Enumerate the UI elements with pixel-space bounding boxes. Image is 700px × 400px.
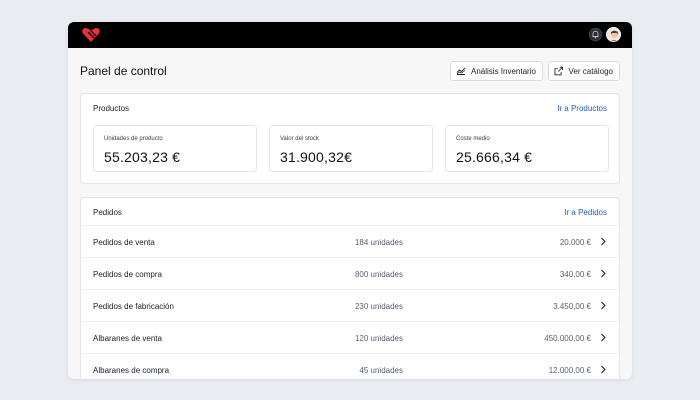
metric-product-units: Unidades de producto 55.203,23 € [93, 125, 257, 172]
inventory-analysis-button[interactable]: Análisis Inventario [450, 61, 543, 81]
order-row-name: Pedidos de venta [93, 238, 155, 247]
go-to-products-link[interactable]: Ir a Productos [557, 104, 607, 113]
order-row-quantity: 184 unidades [354, 238, 403, 247]
metric-label: Valor del stock [280, 136, 319, 142]
order-row-name: Pedidos de fabricación [93, 302, 174, 311]
chevron-right-icon[interactable] [599, 301, 607, 310]
metric-label: Unidades de producto [104, 136, 163, 142]
user-avatar[interactable] [606, 27, 621, 42]
orders-list: Pedidos de venta 184 unidades 20.000 € P… [81, 225, 619, 379]
order-row-quantity: 230 unidades [354, 302, 403, 311]
bell-icon[interactable] [589, 27, 602, 42]
metric-value: 25.666,34 € [456, 149, 533, 165]
order-row-name: Albaranes de compra [93, 366, 170, 375]
order-row-purchase[interactable]: Pedidos de compra 800 unidades 340,00 € [81, 257, 619, 289]
external-link-icon [554, 66, 563, 76]
metric-stock-value: Valor del stock 31.900,32€ [269, 125, 433, 172]
chart-line-icon [456, 67, 466, 75]
metric-average-cost: Coste medio 25.666,34 € [445, 125, 609, 172]
metric-label: Coste medio [456, 136, 490, 142]
page-title: Panel de control [80, 64, 167, 78]
heart-logo-icon[interactable] [82, 28, 100, 42]
view-catalog-label: Ver catálogo [568, 66, 613, 76]
page-header: Panel de control Análisis Inventario Ver… [68, 48, 632, 92]
chevron-right-icon[interactable] [599, 333, 607, 342]
order-row-quantity: 800 unidades [354, 270, 403, 279]
order-row-manufacturing[interactable]: Pedidos de fabricación 230 unidades 3.45… [81, 289, 619, 321]
chevron-right-icon[interactable] [599, 365, 607, 374]
app-window: Panel de control Análisis Inventario Ver… [68, 22, 632, 379]
order-row-amount: 20.000 € [559, 238, 591, 247]
avatar-portrait-icon [607, 28, 620, 41]
metric-value: 31.900,32€ [280, 149, 353, 165]
order-row-name: Albaranes de venta [93, 334, 162, 343]
order-row-name: Pedidos de compra [93, 270, 162, 279]
order-row-sales-delivery[interactable]: Albaranes de venta 120 unidades 450.000,… [81, 321, 619, 353]
top-bar [68, 22, 632, 48]
order-row-sales[interactable]: Pedidos de venta 184 unidades 20.000 € [81, 225, 619, 257]
inventory-analysis-label: Análisis Inventario [471, 66, 536, 76]
order-row-quantity: 45 unidades [359, 366, 403, 375]
products-card: Productos Ir a Productos Unidades de pro… [80, 93, 620, 184]
order-row-quantity: 120 unidades [354, 334, 403, 343]
order-row-amount: 340,00 € [559, 270, 591, 279]
orders-card-title: Pedidos [93, 208, 122, 217]
products-card-title: Productos [93, 104, 130, 113]
orders-card: Pedidos Ir a Pedidos Pedidos de venta 18… [80, 197, 620, 379]
order-row-purchase-delivery[interactable]: Albaranes de compra 45 unidades 12.000,0… [81, 353, 619, 379]
order-row-amount: 3.450,00 € [553, 302, 591, 311]
chevron-right-icon[interactable] [599, 237, 607, 246]
go-to-orders-link[interactable]: Ir a Pedidos [564, 208, 607, 217]
chevron-right-icon[interactable] [599, 269, 607, 278]
order-row-amount: 12.000,00 € [548, 366, 591, 375]
metric-value: 55.203,23 € [104, 149, 181, 165]
view-catalog-button[interactable]: Ver catálogo [548, 61, 620, 81]
order-row-amount: 450.000,00 € [544, 334, 591, 343]
